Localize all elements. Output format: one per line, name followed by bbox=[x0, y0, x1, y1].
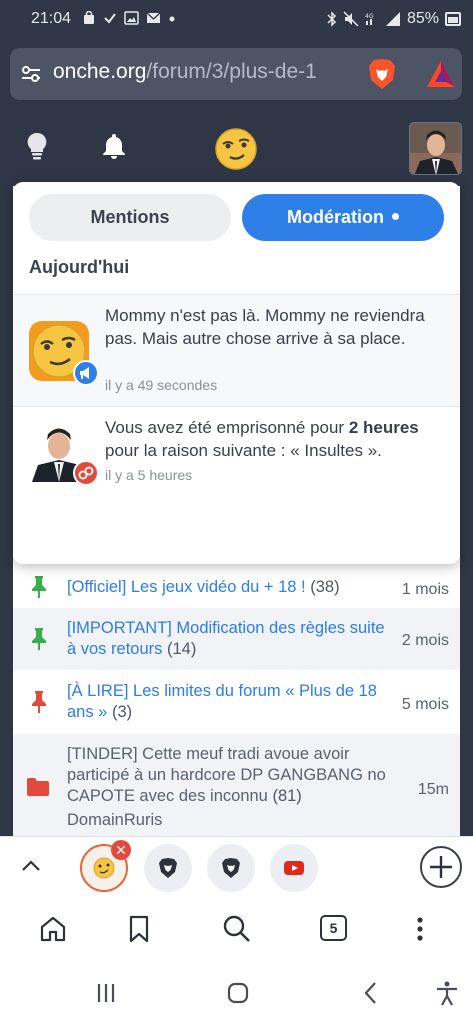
dot-icon bbox=[169, 16, 175, 22]
topic-row[interactable]: [IMPORTANT] Modification des règles suit… bbox=[13, 608, 460, 670]
notification-text: Vous avez été emprisonné pour 2 heures p… bbox=[105, 418, 419, 460]
onche-logo[interactable] bbox=[215, 128, 257, 170]
notification-item[interactable]: Vous avez été emprisonné pour 2 heures p… bbox=[13, 406, 460, 564]
battery-icon bbox=[445, 12, 461, 26]
folder-icon bbox=[27, 778, 49, 796]
topic-age: 5 mois bbox=[401, 696, 449, 713]
pin-icon bbox=[32, 628, 46, 650]
home-icon[interactable] bbox=[38, 914, 68, 944]
url-domain: onche.org bbox=[53, 60, 147, 83]
topic-row[interactable]: [À LIRE] Les limites du forum « Plus de … bbox=[13, 670, 460, 734]
onche-favicon bbox=[93, 857, 115, 879]
signal-4g-icon: 4G bbox=[365, 13, 374, 25]
bell-icon[interactable] bbox=[101, 132, 127, 160]
svg-text:4G: 4G bbox=[365, 13, 374, 20]
status-time: 21:04 bbox=[31, 10, 72, 27]
lightbulb-icon[interactable] bbox=[26, 132, 48, 160]
site-header bbox=[0, 110, 473, 186]
brave-rewards-icon[interactable] bbox=[426, 60, 456, 88]
tab-brave-1[interactable] bbox=[144, 844, 192, 892]
brave-icon bbox=[222, 858, 240, 878]
tab-count-button[interactable]: 5 bbox=[320, 915, 347, 941]
status-notification-icons bbox=[82, 11, 176, 25]
tab-brave-2[interactable] bbox=[207, 844, 255, 892]
notification-time: il y a 49 secondes bbox=[105, 377, 218, 393]
topic-row[interactable]: [TINDER] Cette meuf tradi avoue avoir pa… bbox=[13, 734, 460, 836]
section-title: Aujourd'hui bbox=[29, 257, 130, 277]
topic-title[interactable]: [IMPORTANT] Modification des règles suit… bbox=[67, 618, 389, 660]
youtube-icon bbox=[284, 861, 304, 875]
plus-icon bbox=[430, 856, 452, 878]
tab-youtube[interactable] bbox=[270, 844, 318, 892]
back-icon[interactable] bbox=[358, 980, 384, 1006]
pin-icon bbox=[32, 576, 46, 598]
cell-signal-icon bbox=[385, 12, 400, 26]
recent-apps-icon[interactable] bbox=[93, 980, 119, 1006]
new-tab-button[interactable] bbox=[420, 846, 462, 888]
image-icon bbox=[124, 11, 139, 25]
mute-icon bbox=[343, 11, 359, 27]
topic-title[interactable]: [TINDER] Cette meuf tradi avoue avoir pa… bbox=[67, 744, 389, 807]
address-bar[interactable]: onche.org/forum/3/plus-de-1 bbox=[10, 48, 462, 100]
megaphone-icon bbox=[73, 360, 99, 386]
site-settings-icon[interactable] bbox=[20, 63, 42, 85]
tab-moderation[interactable]: Modération bbox=[242, 194, 444, 241]
topic-age: 15m bbox=[417, 781, 449, 798]
status-bar: 21:04 4G 85% bbox=[0, 0, 473, 38]
brave-icon bbox=[159, 858, 177, 878]
more-menu-icon[interactable] bbox=[405, 914, 435, 944]
page-gutter-left bbox=[0, 186, 13, 836]
mail-icon bbox=[146, 12, 161, 23]
user-avatar[interactable] bbox=[409, 122, 462, 175]
chevron-up-icon[interactable] bbox=[20, 855, 42, 877]
topic-title[interactable]: [À LIRE] Les limites du forum « Plus de … bbox=[67, 681, 389, 723]
bag-icon bbox=[84, 11, 94, 24]
brave-shields-icon[interactable] bbox=[367, 58, 397, 90]
topic-author[interactable]: DomainRuris bbox=[67, 810, 162, 831]
bluetooth-icon bbox=[327, 11, 337, 27]
browser-toolbar: 5 bbox=[0, 898, 473, 962]
handcuffs-icon bbox=[73, 460, 99, 486]
page-gutter-right bbox=[460, 186, 473, 836]
notification-text: Mommy n'est pas là. Mommy ne reviendra p… bbox=[105, 306, 425, 348]
tab-mentions[interactable]: Mentions bbox=[29, 194, 231, 241]
topic-title[interactable]: [Officiel] Les jeux vidéo du + 18 ! (38) bbox=[67, 577, 389, 598]
status-system-icons: 4G 85% bbox=[327, 10, 461, 28]
notification-item[interactable]: Mommy n'est pas là. Mommy ne reviendra p… bbox=[13, 294, 460, 406]
check-icon bbox=[104, 13, 116, 24]
notification-time: il y a 5 heures bbox=[105, 467, 193, 483]
home-button-icon[interactable] bbox=[225, 980, 251, 1006]
battery-level: 85% bbox=[406, 10, 439, 27]
system-navigation-bar bbox=[0, 962, 473, 1024]
topic-age: 2 mois bbox=[401, 632, 449, 649]
notifications-popup: Mentions Modération Aujourd'hui Mommy n'… bbox=[13, 182, 460, 564]
topic-row[interactable]: [Officiel] Les jeux vidéo du + 18 ! (38)… bbox=[13, 566, 460, 608]
browser-tab-strip: ✕ bbox=[0, 836, 473, 898]
accessibility-icon[interactable] bbox=[434, 980, 460, 1006]
search-icon[interactable] bbox=[222, 914, 252, 944]
close-tab-button[interactable]: ✕ bbox=[111, 840, 131, 860]
unread-dot bbox=[392, 212, 399, 220]
url-text[interactable]: onche.org/forum/3/plus-de-1 bbox=[53, 60, 353, 88]
bookmark-icon[interactable] bbox=[124, 914, 154, 944]
topic-age: 1 mois bbox=[401, 581, 449, 598]
url-path: /forum/3/plus-de-1 bbox=[146, 60, 317, 83]
pin-icon bbox=[32, 691, 46, 713]
